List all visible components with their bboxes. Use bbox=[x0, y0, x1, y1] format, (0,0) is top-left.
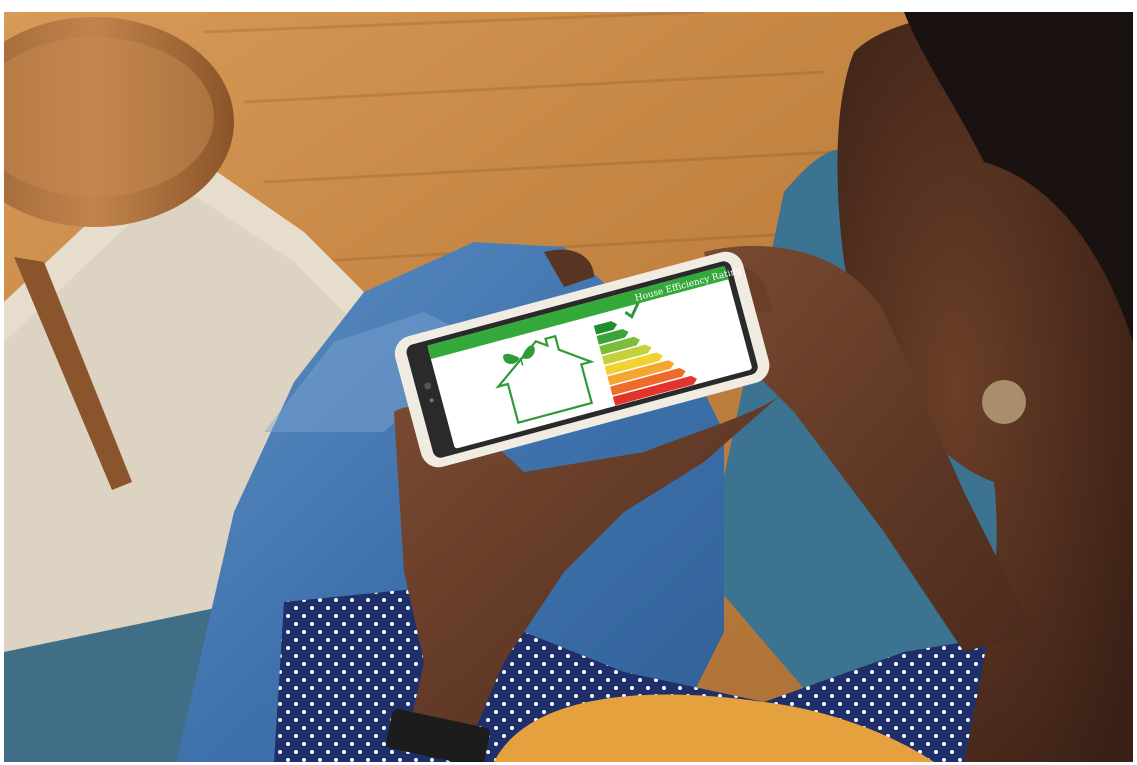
photo-scene: House Efficiency Rating bbox=[4, 12, 1133, 762]
photo-illustration: House Efficiency Rating bbox=[4, 12, 1133, 762]
earring bbox=[982, 380, 1026, 424]
